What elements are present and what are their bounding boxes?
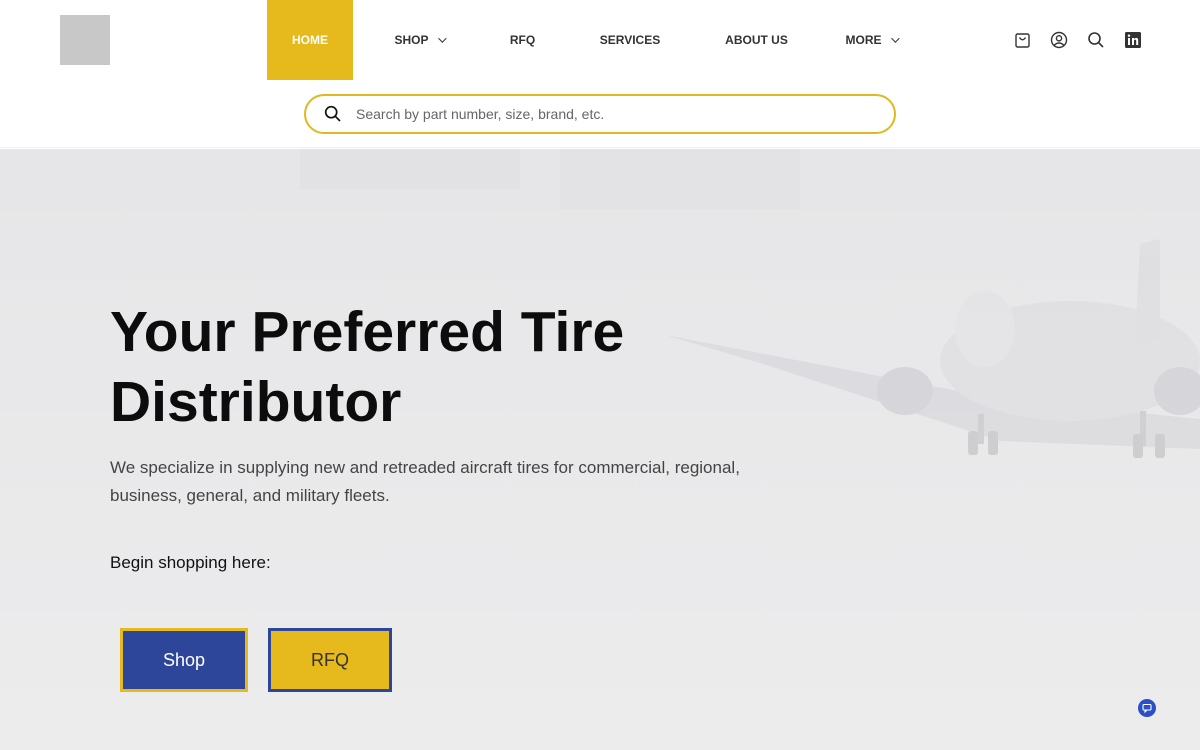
chat-icon bbox=[1142, 703, 1152, 713]
shop-button[interactable]: Shop bbox=[120, 628, 248, 692]
search-icon bbox=[324, 105, 342, 123]
linkedin-icon[interactable] bbox=[1123, 30, 1143, 50]
rfq-button[interactable]: RFQ bbox=[268, 628, 392, 692]
header-icons bbox=[1012, 30, 1143, 50]
nav-item-rfq[interactable]: RFQ bbox=[485, 0, 560, 80]
nav-item-services[interactable]: SERVICES bbox=[560, 0, 700, 80]
hero-section: Your Preferred Tire Distributor We speci… bbox=[0, 149, 1200, 750]
nav-item-about-us[interactable]: ABOUT US bbox=[700, 0, 813, 80]
search-input[interactable] bbox=[356, 106, 856, 122]
search-bar[interactable] bbox=[304, 94, 896, 134]
shopping-bag-icon[interactable] bbox=[1012, 30, 1032, 50]
nav-item-label: SHOP bbox=[394, 33, 429, 47]
main-nav: HOME SHOP RFQ SERVICES ABOUT US MORE bbox=[267, 0, 929, 80]
nav-item-shop[interactable]: SHOP bbox=[353, 0, 485, 80]
nav-item-home[interactable]: HOME bbox=[267, 0, 353, 80]
search-icon[interactable] bbox=[1086, 30, 1106, 50]
hero-description: We specialize in supplying new and retre… bbox=[110, 458, 740, 505]
hero-title-line1: Your Preferred Tire bbox=[110, 300, 625, 364]
chat-widget-button[interactable] bbox=[1138, 699, 1156, 717]
user-account-icon[interactable] bbox=[1049, 30, 1069, 50]
logo-placeholder[interactable] bbox=[60, 15, 110, 65]
nav-item-label: HOME bbox=[292, 33, 328, 47]
nav-item-label: RFQ bbox=[509, 33, 536, 47]
hero-cta-label: Begin shopping here: bbox=[110, 553, 271, 572]
nav-item-label: ABOUT US bbox=[725, 33, 788, 47]
site-header: HOME SHOP RFQ SERVICES ABOUT US MORE bbox=[0, 0, 1200, 148]
nav-item-label: MORE bbox=[845, 33, 882, 47]
nav-item-more[interactable]: MORE bbox=[813, 0, 929, 80]
chevron-down-icon bbox=[890, 34, 900, 43]
hero-title-line2: Distributor bbox=[110, 370, 402, 434]
nav-item-label: SERVICES bbox=[599, 33, 661, 47]
hero-title: Your Preferred Tire Distributor bbox=[110, 297, 730, 437]
chevron-down-icon bbox=[437, 34, 447, 43]
